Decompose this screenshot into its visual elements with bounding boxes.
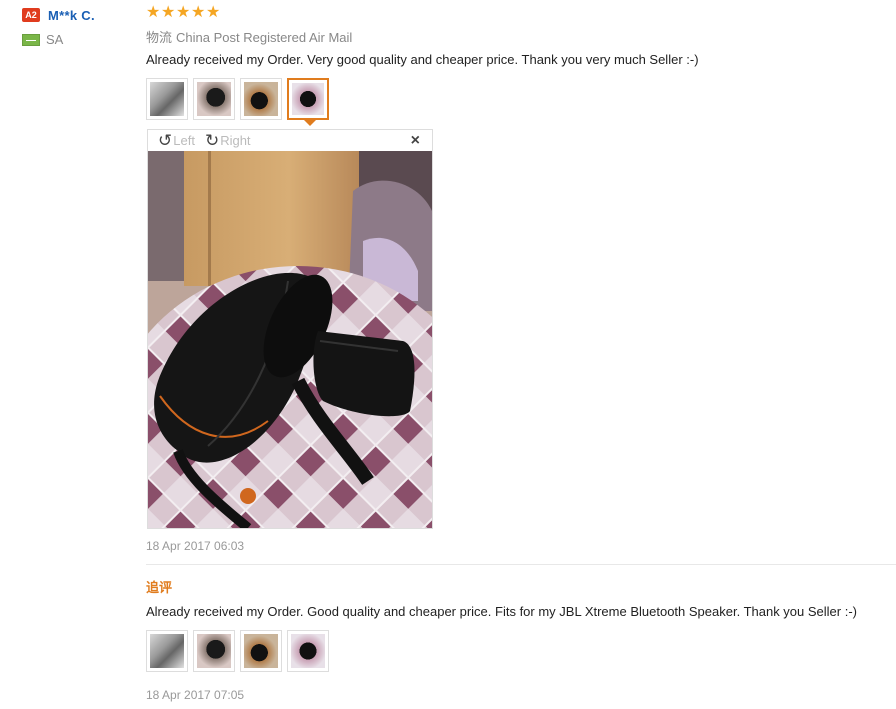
- followup-thumbnails: [146, 630, 334, 672]
- reviewer-name[interactable]: M**k C.: [48, 8, 95, 23]
- star-rating: ★ ★ ★ ★ ★: [146, 4, 221, 21]
- review-thumbnail[interactable]: [146, 630, 188, 672]
- followup-text: Already received my Order. Good quality …: [146, 604, 858, 619]
- review-text: Already received my Order. Very good qua…: [146, 52, 699, 67]
- close-icon[interactable]: ×: [411, 132, 420, 150]
- review-photo: [148, 151, 432, 528]
- logistics-label: 物流: [146, 30, 173, 45]
- review-thumbnail[interactable]: [193, 630, 235, 672]
- review-thumbnail[interactable]: [193, 78, 235, 120]
- review-thumbnail[interactable]: [146, 78, 188, 120]
- review-date: 18 Apr 2017 06:03: [146, 539, 245, 553]
- review-thumbnails: [146, 78, 334, 126]
- rotate-right-label: Right: [220, 133, 251, 148]
- rotate-left-icon: ↺: [158, 131, 173, 150]
- image-viewer: ↺ Left ↻ Right ×: [147, 129, 433, 529]
- rotate-left-button[interactable]: ↺ Left: [158, 132, 195, 149]
- divider: [146, 564, 896, 565]
- viewer-toolbar: ↺ Left ↻ Right: [148, 130, 432, 151]
- rotate-right-icon: ↻: [204, 131, 220, 150]
- reviewer-info: A2 M**k C. SA: [22, 6, 132, 47]
- review-thumbnail[interactable]: [240, 630, 282, 672]
- star-icon: ★: [206, 4, 221, 21]
- rotate-left-label: Left: [173, 133, 195, 148]
- reviewer-country: SA: [46, 32, 64, 47]
- followup-label: 追评: [146, 580, 173, 595]
- followup-date: 18 Apr 2017 07:05: [146, 688, 245, 702]
- country-flag-icon: [22, 33, 40, 46]
- star-icon: ★: [161, 4, 176, 21]
- star-icon: ★: [146, 4, 161, 21]
- review-thumbnail[interactable]: [240, 78, 282, 120]
- buyer-level-badge: A2: [22, 8, 40, 22]
- rotate-right-button[interactable]: ↻ Right: [205, 132, 251, 149]
- star-icon: ★: [191, 4, 206, 21]
- star-icon: ★: [176, 4, 191, 21]
- review-thumbnail[interactable]: [287, 630, 329, 672]
- logistics-value: China Post Registered Air Mail: [176, 30, 353, 45]
- logistics-info: 物流 China Post Registered Air Mail: [146, 27, 352, 46]
- review-thumbnail-active[interactable]: [287, 78, 329, 126]
